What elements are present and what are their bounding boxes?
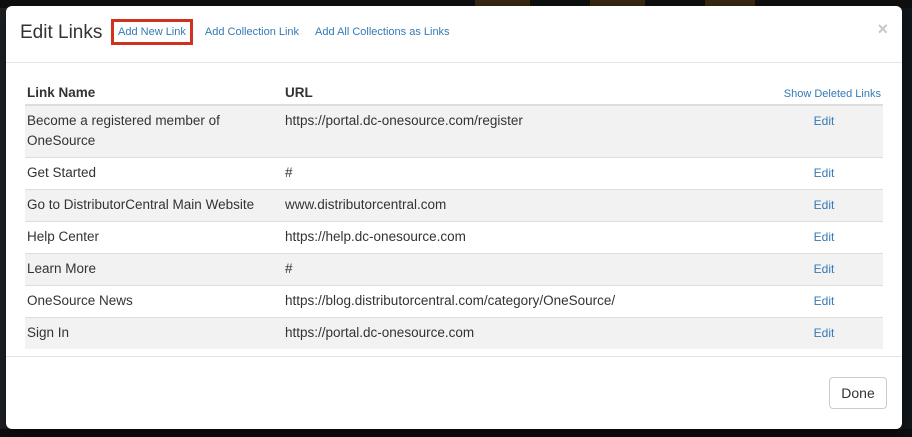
edit-link-button[interactable]: Edit	[814, 294, 835, 308]
edit-cell: Edit	[765, 253, 883, 286]
table-row: Help Center https://help.dc-onesource.co…	[25, 221, 883, 254]
link-url-cell: #	[283, 253, 765, 286]
link-name-cell: Become a registered member of OneSource	[25, 104, 283, 158]
edit-cell: Edit	[765, 104, 883, 158]
edit-links-dialog: Edit Links Add New Link Add Collection L…	[6, 6, 902, 429]
add-collection-link-button[interactable]: Add Collection Link	[199, 19, 305, 45]
link-name-cell: Sign In	[25, 317, 283, 349]
dialog-header: Edit Links Add New Link Add Collection L…	[6, 6, 902, 63]
link-url-cell: https://portal.dc-onesource.com	[283, 317, 765, 349]
link-url-cell: #	[283, 157, 765, 190]
edit-link-button[interactable]: Edit	[814, 326, 835, 340]
edit-link-button[interactable]: Edit	[814, 230, 835, 244]
table-row: Go to DistributorCentral Main Website ww…	[25, 189, 883, 222]
link-name-cell: Get Started	[25, 157, 283, 190]
link-name-cell: Go to DistributorCentral Main Website	[25, 189, 283, 222]
table-row: Get Started # Edit	[25, 157, 883, 190]
column-header-action: Show Deleted Links	[765, 85, 883, 106]
add-all-collections-button[interactable]: Add All Collections as Links	[309, 19, 456, 45]
table-row: Become a registered member of OneSource …	[25, 104, 883, 158]
link-url-cell: https://portal.dc-onesource.com/register	[283, 104, 765, 158]
close-icon[interactable]: ×	[877, 20, 888, 38]
edit-cell: Edit	[765, 157, 883, 190]
column-header-url: URL	[283, 85, 765, 106]
show-deleted-links-link[interactable]: Show Deleted Links	[784, 88, 881, 100]
table-row: Sign In https://portal.dc-onesource.com …	[25, 317, 883, 349]
link-name-cell: OneSource News	[25, 285, 283, 318]
dialog-title: Edit Links	[20, 22, 103, 43]
edit-link-button[interactable]: Edit	[814, 114, 835, 128]
table-header-row: Link Name URL Show Deleted Links	[25, 85, 883, 106]
edit-link-button[interactable]: Edit	[814, 262, 835, 276]
edit-link-button[interactable]: Edit	[814, 166, 835, 180]
edit-cell: Edit	[765, 221, 883, 254]
link-url-cell: https://blog.distributorcentral.com/cate…	[283, 285, 765, 318]
edit-link-button[interactable]: Edit	[814, 198, 835, 212]
done-button[interactable]: Done	[829, 377, 887, 409]
link-url-cell: https://help.dc-onesource.com	[283, 221, 765, 254]
link-name-cell: Learn More	[25, 253, 283, 286]
header-actions: Add New Link Add Collection Link Add All…	[111, 19, 460, 45]
edit-cell: Edit	[765, 189, 883, 222]
dialog-footer: Done	[6, 356, 902, 429]
add-new-link-button[interactable]: Add New Link	[111, 19, 193, 45]
table-row: OneSource News https://blog.distributorc…	[25, 285, 883, 318]
column-header-link-name: Link Name	[25, 85, 283, 106]
dialog-body: Link Name URL Show Deleted Links Become …	[25, 85, 883, 349]
edit-cell: Edit	[765, 285, 883, 318]
links-table: Link Name URL Show Deleted Links Become …	[25, 85, 883, 349]
table-row: Learn More # Edit	[25, 253, 883, 286]
link-url-cell: www.distributorcentral.com	[283, 189, 765, 222]
edit-cell: Edit	[765, 317, 883, 349]
link-name-cell: Help Center	[25, 221, 283, 254]
